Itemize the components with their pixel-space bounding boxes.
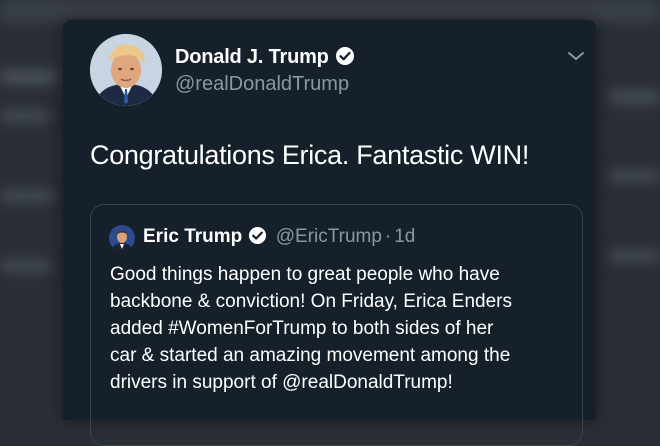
quoted-avatar-portrait-icon bbox=[109, 225, 135, 251]
tweet-text: Congratulations Erica. Fantastic WIN! bbox=[90, 140, 530, 170]
verified-badge-icon bbox=[335, 46, 355, 72]
background-blur-strip bbox=[0, 0, 660, 22]
quoted-author-avatar[interactable] bbox=[109, 225, 135, 251]
tweet-card[interactable]: Donald J. Trump @realDonaldTrump Congrat… bbox=[63, 20, 596, 446]
background-blur-strip bbox=[0, 110, 50, 122]
quoted-author-name[interactable]: Eric Trump bbox=[143, 226, 242, 247]
background-blur-strip bbox=[608, 170, 660, 182]
quoted-tweet[interactable]: Eric Trump @EricTrump · 1d Good things hap… bbox=[90, 204, 583, 446]
quoted-author-handle[interactable]: @EricTrump bbox=[276, 226, 382, 247]
quoted-text-line: car & started an amazing movement among … bbox=[110, 345, 511, 366]
author-name[interactable]: Donald J. Trump bbox=[175, 46, 329, 68]
background-blur-strip bbox=[0, 70, 58, 84]
quoted-header: Eric Trump @EricTrump · 1d bbox=[143, 226, 415, 250]
background-blur-strip bbox=[0, 190, 55, 202]
more-options-button[interactable] bbox=[565, 46, 587, 66]
author-handle[interactable]: @realDonaldTrump bbox=[175, 73, 349, 96]
quoted-text-line: backbone & conviction! On Friday, Erica … bbox=[110, 291, 513, 312]
quoted-tweet-text: Good things happen to great people who h… bbox=[110, 261, 580, 396]
background-blur-strip bbox=[608, 90, 660, 104]
verified-badge-icon bbox=[248, 226, 267, 250]
meta-separator: · bbox=[384, 226, 392, 247]
quoted-text-line: Good things happen to great people who h… bbox=[110, 264, 500, 285]
chevron-down-icon bbox=[568, 52, 584, 60]
avatar-portrait-icon bbox=[90, 34, 162, 106]
author-name-row[interactable]: Donald J. Trump bbox=[175, 46, 355, 72]
quoted-timestamp[interactable]: 1d bbox=[394, 226, 415, 247]
background-blur-strip bbox=[0, 260, 52, 272]
quoted-text-line: added #WomenForTrump to both sides of he… bbox=[110, 318, 494, 339]
quoted-text-line: drivers in support of @realDonaldTrump! bbox=[110, 372, 453, 393]
background-blur-strip bbox=[608, 250, 660, 262]
author-avatar[interactable] bbox=[90, 34, 162, 106]
